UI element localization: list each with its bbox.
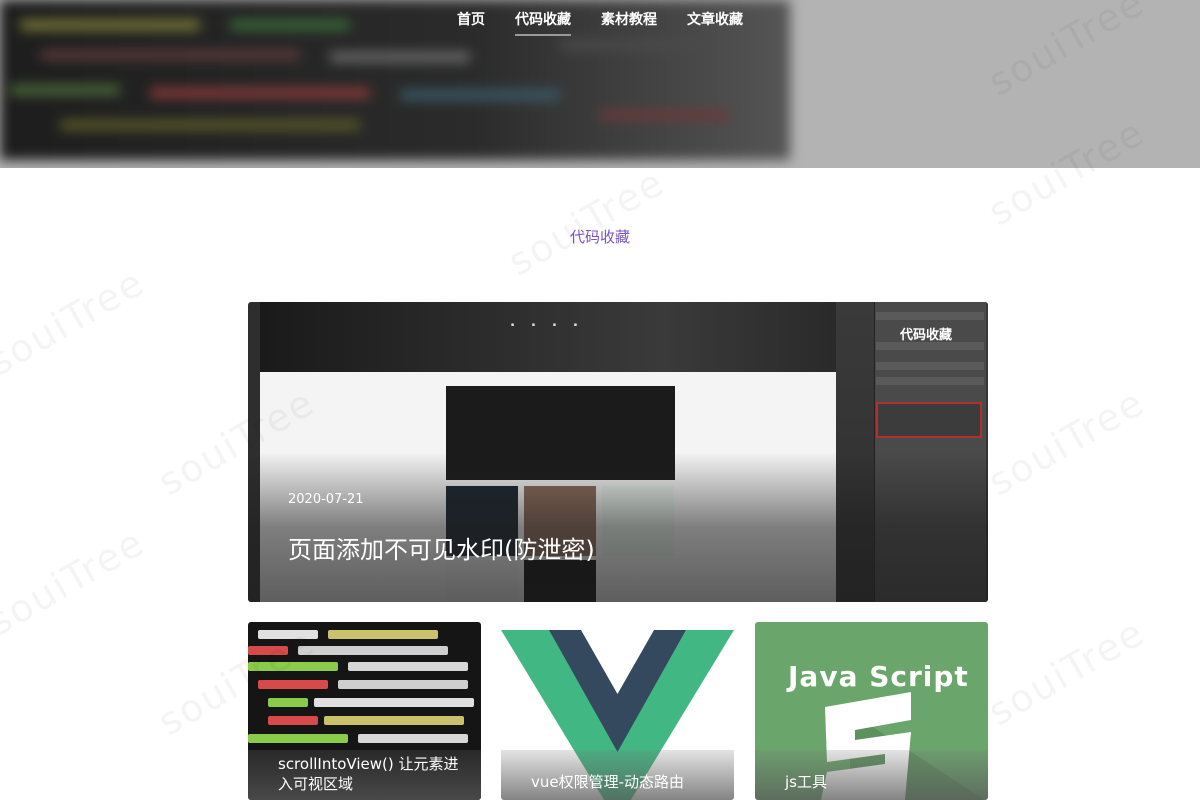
card-caption: js工具	[785, 773, 827, 791]
featured-gradient-overlay	[248, 452, 988, 602]
card-caption: vue权限管理-动态路由	[531, 773, 685, 791]
ps-row	[876, 377, 984, 385]
main-nav: 首页 代码收藏 素材教程 文章收藏	[0, 10, 1200, 40]
featured-post-card[interactable]: ▪ ▪ ▪ ▪ 代码收藏 2020-07-21 页面添加不可见水印(防泄密)	[248, 302, 988, 602]
post-date: 2020-07-21	[288, 492, 364, 507]
watermark-text: souiTree	[981, 610, 1153, 735]
post-card-js-tools[interactable]: Java Script js工具	[755, 622, 988, 800]
screenshot-header	[260, 302, 836, 372]
section-title: 代码收藏	[569, 228, 630, 246]
watermark-text: souiTree	[0, 260, 152, 385]
watermark-text: souiTree	[0, 520, 152, 645]
post-card-scrollintoview[interactable]: scrollIntoView() 让元素进入可视区域	[248, 622, 481, 800]
hero-banner: 首页 代码收藏 素材教程 文章收藏	[0, 0, 1200, 168]
post-card-vue-permissions[interactable]: vue权限管理-动态路由	[501, 622, 734, 800]
ps-highlight-box	[876, 402, 982, 438]
nav-item-code[interactable]: 代码收藏	[515, 10, 571, 36]
nav-item-materials[interactable]: 素材教程	[601, 10, 657, 36]
post-title[interactable]: 页面添加不可见水印(防泄密)	[288, 530, 595, 565]
watermark-text: souiTree	[981, 380, 1153, 505]
nav-item-home[interactable]: 首页	[457, 10, 485, 36]
card-caption: scrollIntoView() 让元素进入可视区域	[278, 755, 459, 793]
ps-row	[876, 362, 984, 370]
screenshot-nav: ▪ ▪ ▪ ▪	[510, 322, 586, 328]
watermark-text: souiTree	[501, 160, 673, 285]
category-badge: 代码收藏	[900, 328, 953, 343]
page: 首页 代码收藏 素材教程 文章收藏 代码收藏 ▪ ▪ ▪ ▪ 代码收藏 2020…	[0, 0, 1200, 800]
ps-row	[876, 342, 984, 350]
nav-item-articles[interactable]: 文章收藏	[687, 10, 743, 36]
ps-row	[876, 312, 984, 320]
